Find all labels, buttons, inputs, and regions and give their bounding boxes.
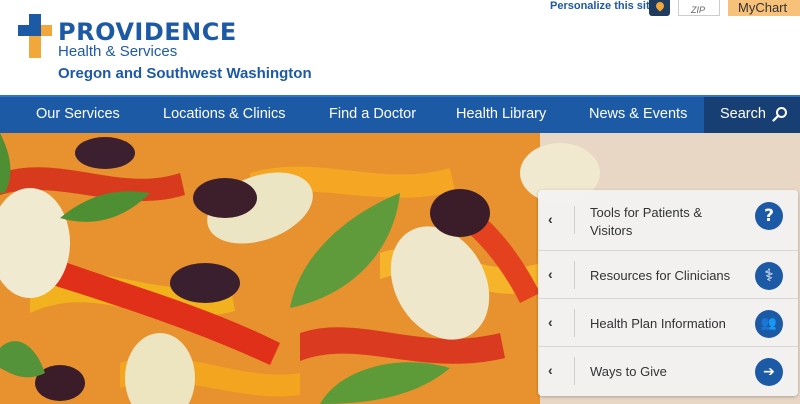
chevron-left-icon: ‹	[548, 211, 553, 227]
question-icon: ?	[755, 202, 783, 230]
quick-link-ways-to-give[interactable]: ‹ Ways to Give ➔	[538, 347, 798, 395]
cross-logo-icon	[18, 14, 52, 58]
chevron-left-icon: ‹	[548, 362, 553, 378]
stethoscope-icon: ⚕	[755, 262, 783, 290]
quick-link-label: Tools for Patients & Visitors	[590, 205, 702, 238]
chevron-left-icon: ‹	[548, 314, 553, 330]
quick-link-label: Health Plan Information	[590, 316, 726, 331]
personalize-label: Personalize this site:	[550, 0, 660, 12]
quick-links-panel: ‹ Tools for Patients & Visitors ? ‹ Reso…	[538, 190, 798, 396]
zip-input[interactable]: ZIP	[678, 0, 720, 16]
nav-health-library[interactable]: Health Library	[456, 106, 546, 122]
arrow-right-icon: ➔	[755, 358, 783, 386]
mychart-button[interactable]: MyChart	[728, 0, 800, 16]
location-pin-button[interactable]	[649, 0, 670, 16]
nav-find-a-doctor[interactable]: Find a Doctor	[329, 106, 416, 122]
quick-link-health-plan[interactable]: ‹ Health Plan Information 👥	[538, 299, 798, 347]
page: PROVIDENCE Health & Services Oregon and …	[0, 0, 800, 404]
people-icon: 👥	[755, 310, 783, 338]
brand-subtitle: Health & Services	[58, 43, 178, 60]
quick-link-patients-visitors[interactable]: ‹ Tools for Patients & Visitors ?	[538, 190, 798, 251]
nav-news-events[interactable]: News & Events	[589, 106, 687, 122]
chevron-left-icon: ‹	[548, 266, 553, 282]
search-label: Search	[720, 106, 766, 122]
quick-link-label: Resources for Clinicians	[590, 268, 731, 283]
nav-locations-clinics[interactable]: Locations & Clinics	[163, 106, 286, 122]
nav-our-services[interactable]: Our Services	[36, 106, 120, 122]
search-button[interactable]: Search	[704, 97, 800, 135]
brand-name: PROVIDENCE	[58, 18, 237, 46]
site-header: PROVIDENCE Health & Services Oregon and …	[0, 0, 800, 95]
providence-logo[interactable]: PROVIDENCE Health & Services Oregon and …	[18, 14, 318, 86]
quick-link-clinicians[interactable]: ‹ Resources for Clinicians ⚕	[538, 251, 798, 299]
main-nav: Our Services Locations & Clinics Find a …	[0, 95, 800, 135]
region-name: Oregon and Southwest Washington	[58, 65, 312, 82]
search-icon	[772, 107, 787, 122]
quick-link-label: Ways to Give	[590, 364, 667, 379]
location-pin-icon	[654, 0, 666, 12]
